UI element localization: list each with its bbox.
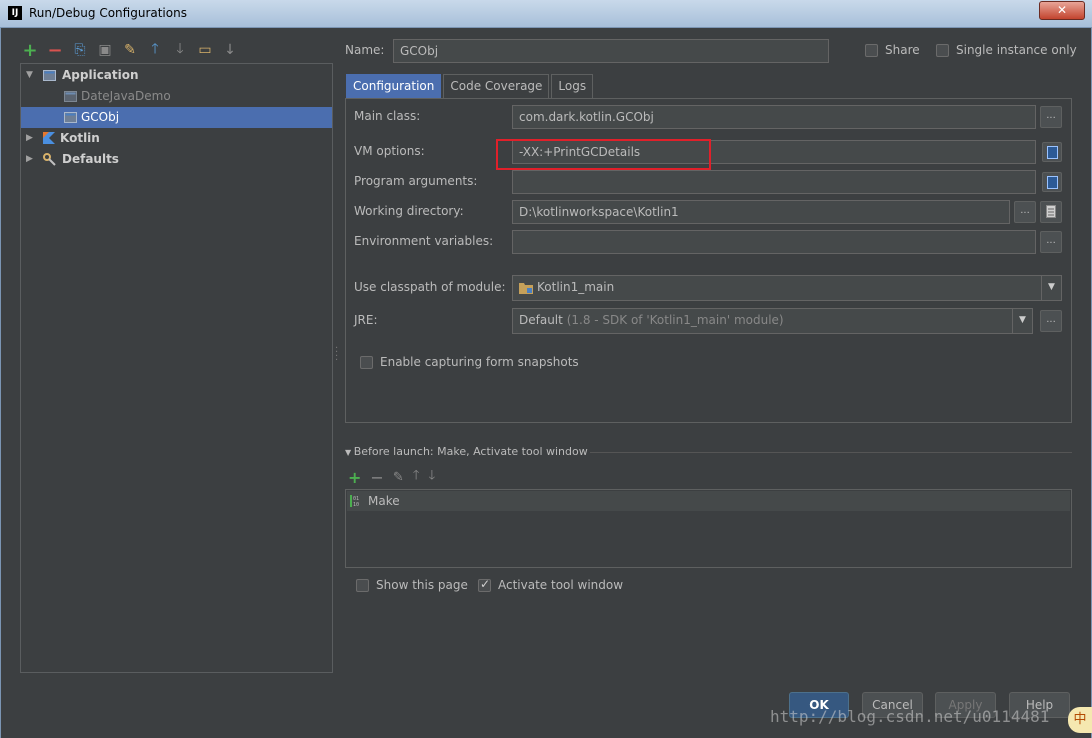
before-launch-title[interactable]: ▼ Before launch: Make, Activate tool win… xyxy=(345,445,588,458)
share-checkbox[interactable] xyxy=(865,44,878,57)
red-highlight-annotation xyxy=(496,139,711,170)
remove-icon[interactable]: − xyxy=(45,40,65,61)
program-arguments-label: Program arguments: xyxy=(354,174,478,188)
wrench-icon[interactable]: ✎ xyxy=(120,40,140,60)
capture-snapshots-checkbox[interactable] xyxy=(360,356,373,369)
move-task-down-icon[interactable]: 🡓 xyxy=(428,466,435,488)
svg-text:10: 10 xyxy=(353,502,359,508)
classpath-module-label: Use classpath of module: xyxy=(354,280,506,294)
configurations-toolbar: + − ⎘ ▣ ✎ 🡑 🡓 ▭ ↓ xyxy=(20,39,240,61)
add-icon[interactable]: + xyxy=(20,40,40,61)
jre-value: Default xyxy=(519,313,563,327)
before-launch-toolbar: + − ✎ 🡑 🡓 xyxy=(348,466,435,488)
sort-icon[interactable]: ↓ xyxy=(220,40,240,60)
show-this-page-label: Show this page xyxy=(376,578,468,592)
make-binary-icon: 01 10 xyxy=(350,495,359,508)
splitter-handle[interactable]: · · · · xyxy=(335,344,338,366)
expand-field-icon[interactable] xyxy=(1042,172,1062,192)
browse-directory-button[interactable]: ... xyxy=(1014,201,1036,223)
tree-item-defaults[interactable]: ▶ Defaults xyxy=(21,149,332,170)
name-input[interactable]: GCObj xyxy=(393,39,829,63)
classpath-module-value: Kotlin1_main xyxy=(537,280,615,294)
config-tabs: Configuration Code Coverage Logs xyxy=(346,74,595,98)
tree-item-datejavademo[interactable]: DateJavaDemo xyxy=(21,86,332,107)
remove-task-icon[interactable]: − xyxy=(370,468,383,487)
module-folder-icon xyxy=(519,283,533,294)
tree-item-label: Application xyxy=(62,68,139,82)
tree-item-label: Kotlin xyxy=(60,131,100,145)
window-title: Run/Debug Configurations xyxy=(29,6,187,20)
ime-indicator[interactable]: 中 xyxy=(1068,707,1092,733)
environment-variables-input[interactable] xyxy=(512,230,1036,254)
single-instance-label: Single instance only xyxy=(956,43,1077,57)
section-divider xyxy=(590,452,1072,453)
environment-variables-label: Environment variables: xyxy=(354,234,494,248)
tab-code-coverage[interactable]: Code Coverage xyxy=(443,74,550,98)
before-launch-title-text: Before launch: Make, Activate tool windo… xyxy=(353,445,588,458)
main-class-input[interactable]: com.dark.kotlin.GCObj xyxy=(512,105,1036,129)
main-class-label: Main class: xyxy=(354,109,421,123)
collapse-triangle-icon: ▼ xyxy=(345,448,354,457)
intellij-app-icon: IJ xyxy=(8,6,22,20)
expand-right-icon[interactable]: ▶ xyxy=(26,128,33,149)
tree-item-application[interactable]: ▼ Application xyxy=(21,65,332,86)
kotlin-icon xyxy=(43,132,55,144)
title-bar: IJ Run/Debug Configurations ✕ xyxy=(0,0,1092,28)
tree-item-label: GCObj xyxy=(81,110,120,124)
document-icon xyxy=(1046,205,1056,218)
browse-jre-button[interactable]: ... xyxy=(1040,310,1062,332)
list-item[interactable]: 01 10 Make xyxy=(347,491,1070,511)
expand-down-icon[interactable]: ▼ xyxy=(26,65,33,86)
add-task-icon[interactable]: + xyxy=(348,468,361,487)
wrench-icon xyxy=(43,153,56,166)
browse-main-class-button[interactable]: ... xyxy=(1040,106,1062,128)
expand-field-icon[interactable] xyxy=(1042,142,1062,162)
jre-select[interactable]: Default (1.8 - SDK of 'Kotlin1_main' mod… xyxy=(512,308,1033,334)
working-directory-label: Working directory: xyxy=(354,204,464,218)
folder-icon[interactable]: ▭ xyxy=(195,40,215,60)
application-icon xyxy=(43,70,56,81)
tree-item-label: DateJavaDemo xyxy=(81,89,171,103)
configurations-tree: ▼ Application DateJavaDemo GCObj ▶ Kotli… xyxy=(20,63,333,673)
classpath-module-select[interactable]: Kotlin1_main ▼ xyxy=(512,275,1062,301)
expand-right-icon[interactable]: ▶ xyxy=(26,149,33,170)
copy-icon[interactable]: ⎘ xyxy=(70,40,90,60)
edit-environment-button[interactable]: ... xyxy=(1040,231,1062,253)
close-window-button[interactable]: ✕ xyxy=(1039,1,1085,20)
name-label: Name: xyxy=(345,43,385,57)
jre-label: JRE: xyxy=(354,313,378,327)
tree-item-gcobj[interactable]: GCObj xyxy=(21,107,332,128)
capture-snapshots-label: Enable capturing form snapshots xyxy=(380,355,579,369)
save-icon[interactable]: ▣ xyxy=(95,40,115,60)
edit-task-icon[interactable]: ✎ xyxy=(393,470,404,485)
single-instance-checkbox[interactable] xyxy=(936,44,949,57)
jre-hint: (1.8 - SDK of 'Kotlin1_main' module) xyxy=(566,313,784,327)
make-task-label: Make xyxy=(368,494,400,508)
tab-logs[interactable]: Logs xyxy=(551,74,594,98)
tree-item-label: Defaults xyxy=(62,152,119,166)
chevron-down-icon[interactable]: ▼ xyxy=(1041,276,1061,300)
move-down-icon[interactable]: 🡓 xyxy=(170,40,190,60)
run-config-icon xyxy=(64,91,77,102)
working-directory-input[interactable]: D:\kotlinworkspace\Kotlin1 xyxy=(512,200,1010,224)
chevron-down-icon[interactable]: ▼ xyxy=(1012,309,1032,333)
run-config-icon xyxy=(64,112,77,123)
before-launch-list: 01 10 Make xyxy=(345,489,1072,568)
watermark-text: http://blog.csdn.net/u0114481 xyxy=(770,707,1050,726)
vm-options-label: VM options: xyxy=(354,144,425,158)
activate-tool-window-checkbox[interactable] xyxy=(478,577,491,592)
share-label: Share xyxy=(885,43,920,57)
activate-tool-window-label: Activate tool window xyxy=(498,578,624,592)
program-arguments-input[interactable] xyxy=(512,170,1036,194)
move-task-up-icon[interactable]: 🡑 xyxy=(413,466,420,488)
tab-configuration[interactable]: Configuration xyxy=(346,74,442,98)
insert-macro-button[interactable] xyxy=(1040,201,1062,223)
tree-item-kotlin[interactable]: ▶ Kotlin xyxy=(21,128,332,149)
show-this-page-checkbox[interactable] xyxy=(356,579,369,592)
move-up-icon[interactable]: 🡑 xyxy=(145,40,165,60)
